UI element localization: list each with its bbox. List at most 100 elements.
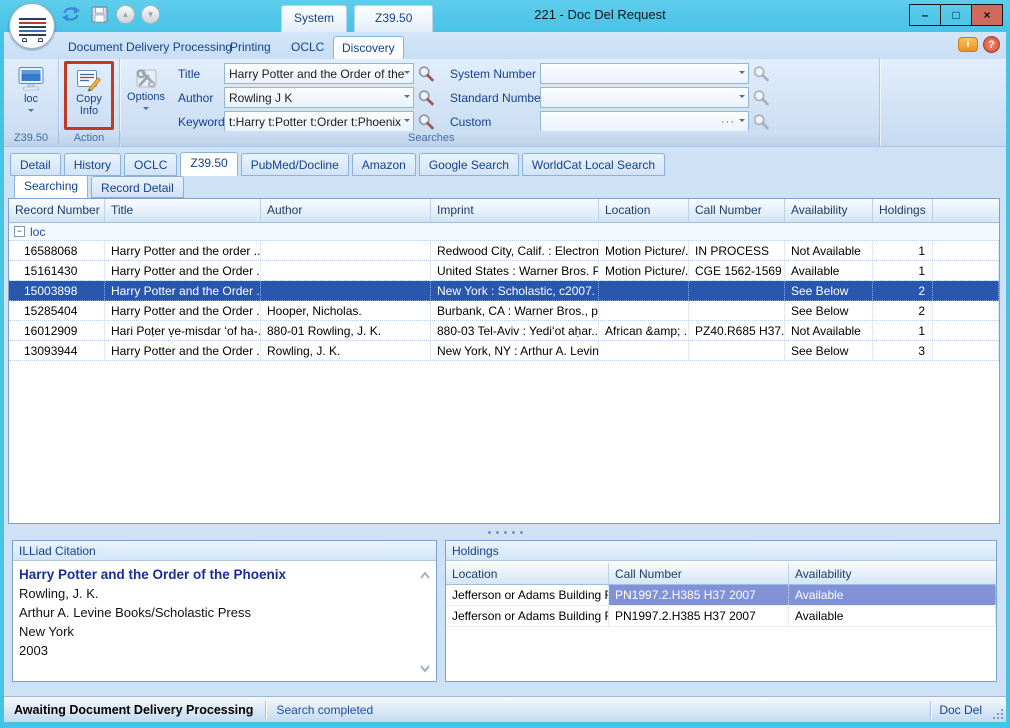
maximize-button[interactable]: □ [940,4,972,26]
scroll-up-icon[interactable] [418,569,432,583]
column-header-record-number[interactable]: Record Number [9,199,105,222]
author-field[interactable]: Rowling J K [224,87,414,108]
tab-searching[interactable]: Searching [14,175,88,198]
tab-z3950[interactable]: Z39.50 [180,152,237,176]
table-row[interactable]: 15161430 Harry Potter and the Order ... … [9,261,999,281]
ribbon-tab-oclc[interactable]: OCLC [283,36,332,59]
window-title: 221 - Doc Del Request [420,7,780,22]
table-row[interactable]: 16588068 Harry Potter and the order ... … [9,241,999,261]
cell-location: Motion Picture/... [599,241,689,260]
column-header-imprint[interactable]: Imprint [431,199,599,222]
holdings-column-availability[interactable]: Availability [789,563,996,584]
cell-author [261,241,431,260]
dropdown-icon[interactable] [404,119,410,125]
tab-detail[interactable]: Detail [10,153,61,176]
dropdown-icon [143,107,149,113]
column-header-holdings[interactable]: Holdings [873,199,933,222]
citation-panel-title: ILLiad Citation [13,541,436,561]
search-fields: Title Harry Potter and the Order of the … [178,63,773,132]
tab-history[interactable]: History [64,153,121,176]
app-logo-icon[interactable] [9,3,55,49]
cell-holdings: 2 [873,301,933,320]
search-icon-disabled [752,113,770,131]
expand-ribbon-button[interactable]: ▼ [141,5,160,24]
copy-info-button[interactable]: Copy Info [68,64,110,127]
client-area: Document Delivery Processing Printing OC… [4,32,1006,722]
dropdown-icon[interactable] [739,71,745,77]
holdings-row[interactable]: Jefferson or Adams Building Rea... PN199… [446,606,996,627]
collapse-icon[interactable]: − [14,226,25,237]
citation-author: Rowling, J. K. [19,584,414,603]
author-label: Author [178,91,224,105]
cell-empty [933,241,999,260]
system-number-search-button[interactable] [749,63,773,84]
minimize-button[interactable]: – [909,4,941,26]
column-header-availability[interactable]: Availability [785,199,873,222]
dropdown-icon[interactable] [404,95,410,101]
title-field[interactable]: Harry Potter and the Order of the ... [224,63,414,84]
citation-text: Harry Potter and the Order of the Phoeni… [13,561,436,681]
group-row-loc[interactable]: − loc [9,223,999,241]
column-header-location[interactable]: Location [599,199,689,222]
tab-oclc[interactable]: OCLC [124,153,177,176]
dropdown-icon[interactable] [739,95,745,101]
dropdown-icon[interactable] [739,119,745,125]
results-grid: Record Number Title Author Imprint Locat… [8,198,1000,524]
horizontal-splitter[interactable] [4,527,1006,537]
column-header-title[interactable]: Title [105,199,261,222]
column-header-author[interactable]: Author [261,199,431,222]
ribbon-tab-document-delivery-processing[interactable]: Document Delivery Processing [60,36,240,59]
loc-button[interactable]: loc [8,62,54,129]
system-number-field[interactable] [540,63,749,84]
author-search-button[interactable] [414,87,438,108]
custom-search-button[interactable] [749,111,773,132]
feedback-icon[interactable]: i [958,37,978,52]
standard-number-field[interactable] [540,87,749,108]
keyword-search-button[interactable] [414,111,438,132]
main-tab-strip: Detail History OCLC Z39.50 PubMed/Doclin… [10,153,668,176]
title-search-button[interactable] [414,63,438,84]
table-row-selected[interactable]: 15003898 Harry Potter and the Order ... … [9,281,999,301]
tab-amazon[interactable]: Amazon [352,153,416,176]
illiad-citation-panel: ILLiad Citation Harry Potter and the Ord… [12,540,437,682]
table-row[interactable]: 13093944 Harry Potter and the Order ... … [9,341,999,361]
custom-field[interactable]: ··· [540,111,749,132]
refresh-icon[interactable] [60,3,82,25]
status-mode: Doc Del [931,703,990,717]
tab-worldcat-local-search[interactable]: WorldCat Local Search [522,153,665,176]
cell-record-number: 15003898 [9,281,105,300]
tab-pubmed-docline[interactable]: PubMed/Docline [241,153,349,176]
close-button[interactable]: × [971,4,1003,26]
holdings-panel: Holdings Location Call Number Availabili… [445,540,997,682]
keyword-field[interactable]: t:Harry t:Potter t:Order t:Phoenix ... [224,111,414,132]
ribbon-group-searches: Options Title Harry Potter and the Order… [120,59,880,146]
resize-grip[interactable] [990,706,1004,720]
help-icon[interactable]: ? [983,36,1000,53]
ribbon-tab-discovery[interactable]: Discovery [333,36,404,60]
standard-number-search-button[interactable] [749,87,773,108]
cell-author: Hooper, Nicholas. [261,301,431,320]
table-row[interactable]: 15285404 Harry Potter and the Order ... … [9,301,999,321]
ctx-tab-system[interactable]: System [281,5,347,32]
cell-availability: Not Available [785,321,873,340]
table-row[interactable]: 16012909 Hari Poṭer ṿe-misdar ʻof ha-...… [9,321,999,341]
holdings-cell-availability: Available [789,585,996,605]
holdings-column-call-number[interactable]: Call Number [609,563,789,584]
ribbon-tab-printing[interactable]: Printing [222,36,279,59]
tab-record-detail[interactable]: Record Detail [91,176,184,198]
cell-location [599,301,689,320]
cell-holdings: 1 [873,261,933,280]
holdings-column-location[interactable]: Location [446,563,609,584]
scroll-down-icon[interactable] [418,661,432,675]
options-button[interactable]: Options [122,62,170,129]
save-icon[interactable] [88,3,110,25]
search-icon [417,113,435,131]
column-header-call-number[interactable]: Call Number [689,199,785,222]
system-number-label: System Number [450,67,540,81]
holdings-row-selected[interactable]: Jefferson or Adams Building Rea... PN199… [446,585,996,606]
collapse-ribbon-button[interactable]: ▲ [116,5,135,24]
ellipsis-icon[interactable]: ··· [721,116,735,128]
dropdown-icon[interactable] [404,71,410,77]
tab-google-search[interactable]: Google Search [419,153,519,176]
cell-holdings: 2 [873,281,933,300]
